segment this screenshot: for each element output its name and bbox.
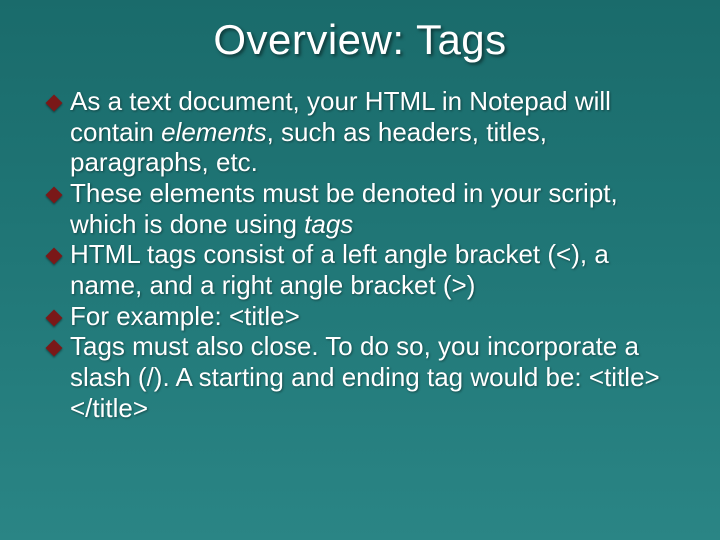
bullet-icon (46, 95, 63, 112)
list-item: HTML tags consist of a left angle bracke… (48, 239, 680, 300)
bullet-text: As a text document, your HTML in Notepad… (70, 86, 680, 178)
bullet-text: Tags must also close. To do so, you inco… (70, 331, 680, 423)
bullet-text: For example: <title> (70, 301, 680, 332)
list-item: Tags must also close. To do so, you inco… (48, 331, 680, 423)
list-item: These elements must be denoted in your s… (48, 178, 680, 239)
bullet-icon (46, 340, 63, 357)
slide-content: As a text document, your HTML in Notepad… (30, 86, 690, 423)
list-item: For example: <title> (48, 301, 680, 332)
bullet-text: HTML tags consist of a left angle bracke… (70, 239, 680, 300)
bullet-icon (46, 187, 63, 204)
slide-title: Overview: Tags (30, 16, 690, 64)
bullet-icon (46, 309, 63, 326)
slide: Overview: Tags As a text document, your … (0, 0, 720, 540)
bullet-text: These elements must be denoted in your s… (70, 178, 680, 239)
bullet-icon (46, 248, 63, 265)
list-item: As a text document, your HTML in Notepad… (48, 86, 680, 178)
